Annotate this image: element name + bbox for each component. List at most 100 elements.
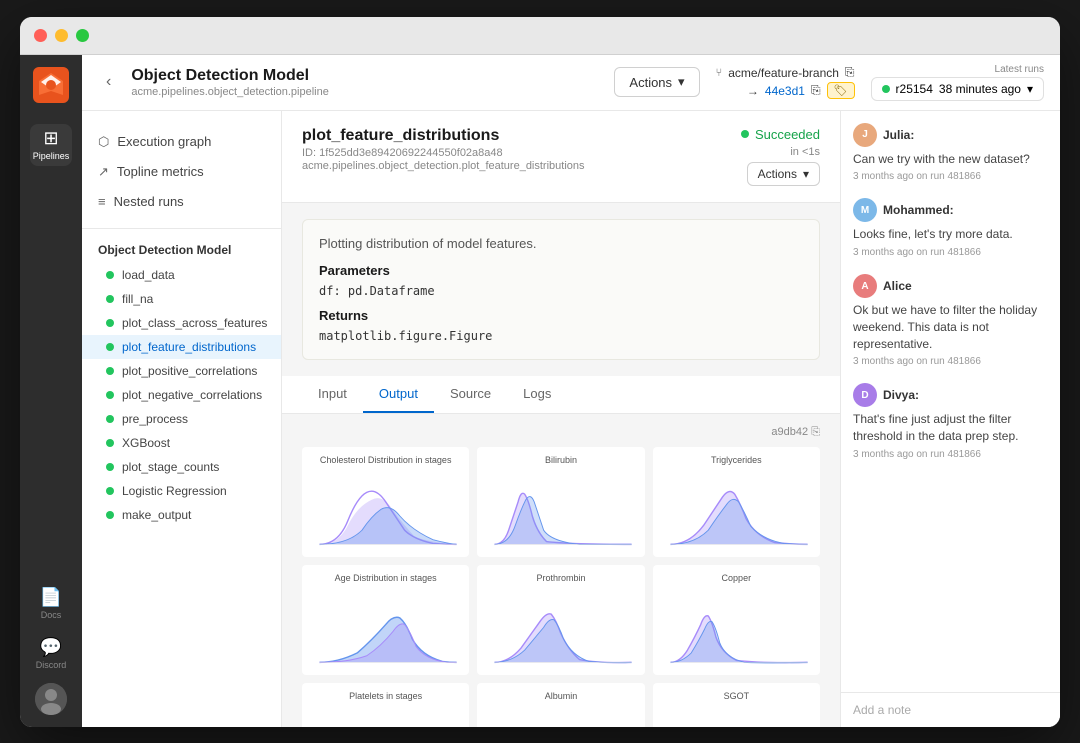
status-dot	[106, 415, 114, 423]
pipeline-item-plot_stage[interactable]: plot_stage_counts	[82, 455, 281, 479]
pipeline-item-plot_class[interactable]: plot_class_across_features	[82, 311, 281, 335]
actions-button[interactable]: Actions ▾	[614, 67, 699, 97]
avatar-mohammed: M	[853, 198, 877, 222]
chart-triglycerides-svg	[661, 469, 812, 557]
pipeline-section-label: Object Detection Model	[82, 237, 281, 263]
chart-title: SGOT	[661, 691, 812, 701]
execution-graph-icon: ⬡	[98, 134, 109, 150]
page-subtitle: acme.pipelines.object_detection.pipeline	[131, 86, 602, 98]
avatar-julia: J	[853, 123, 877, 147]
chart-title: Platelets in stages	[310, 691, 461, 701]
topline-metrics-icon: ↗	[98, 164, 109, 180]
comment-meta-mohammed: 3 months ago on run 481866	[853, 247, 1048, 258]
page-title: Object Detection Model	[131, 67, 602, 85]
tab-input[interactable]: Input	[302, 376, 363, 413]
avatar-divya: D	[853, 383, 877, 407]
status-dot	[106, 271, 114, 279]
step-id: ID: 1f525dd3e89420692244550f02a8a48	[302, 147, 585, 159]
status-dot	[106, 295, 114, 303]
copy-icon-2[interactable]: ⎘	[811, 83, 821, 98]
commit-link[interactable]: 44e3d1	[765, 84, 805, 98]
comment-header: M Mohammed:	[853, 198, 1048, 222]
status-dot	[106, 319, 114, 327]
comment-meta-alice: 3 months ago on run 481866	[853, 356, 1048, 367]
tab-output[interactable]: Output	[363, 376, 434, 413]
user-avatar[interactable]	[35, 683, 67, 715]
sidebar-item-pipelines[interactable]: ⊞ Pipelines	[30, 124, 72, 166]
pipeline-item-label: plot_negative_correlations	[122, 388, 262, 402]
discord-icon: 💬	[40, 637, 62, 658]
comments-area: J Julia: Can we try with the new dataset…	[841, 111, 1060, 692]
main-panel: plot_feature_distributions ID: 1f525dd3e…	[282, 111, 840, 727]
status-dot	[106, 439, 114, 447]
step-actions-chevron: ▾	[803, 167, 809, 181]
pipeline-item-plot_feature[interactable]: plot_feature_distributions	[82, 335, 281, 359]
status-dot	[106, 391, 114, 399]
pipeline-item-pre_process[interactable]: pre_process	[82, 407, 281, 431]
dropdown-icon: ▾	[1027, 82, 1033, 96]
maximize-button[interactable]	[76, 29, 89, 42]
params-value: df: pd.Dataframe	[319, 284, 803, 298]
nav-section: ⬡ Execution graph ↗ Topline metrics ≡ Ne…	[82, 123, 281, 220]
chart-bilirubin-svg	[485, 469, 636, 557]
copy-icon-output[interactable]: ⎘	[811, 426, 820, 438]
pipeline-item-load_data[interactable]: load_data	[82, 263, 281, 287]
close-button[interactable]	[34, 29, 47, 42]
sidebar-item-discord[interactable]: 💬 Discord	[30, 633, 72, 675]
comment-divya: D Divya: That's fine just adjust the fil…	[853, 383, 1048, 460]
docstring: Plotting distribution of model features.…	[302, 219, 820, 360]
nav-item-nested-runs[interactable]: ≡ Nested runs	[82, 187, 281, 216]
run-badge[interactable]: r25154 38 minutes ago ▾	[871, 77, 1044, 101]
right-panel: J Julia: Can we try with the new dataset…	[840, 111, 1060, 727]
step-actions-label: Actions	[758, 167, 797, 181]
content-area: ‹ Object Detection Model acme.pipelines.…	[82, 55, 1060, 727]
status-dot-green	[741, 130, 749, 138]
minimize-button[interactable]	[55, 29, 68, 42]
status-dot	[106, 511, 114, 519]
sidebar-item-docs[interactable]: 📄 Docs	[30, 583, 72, 625]
status-dot	[106, 487, 114, 495]
back-button[interactable]: ‹	[98, 69, 119, 95]
pipeline-item-label: plot_class_across_features	[122, 316, 267, 330]
run-status-dot	[882, 85, 890, 93]
pipeline-item-make_output[interactable]: make_output	[82, 503, 281, 527]
pipeline-item-plot_positive[interactable]: plot_positive_correlations	[82, 359, 281, 383]
nav-item-execution-graph[interactable]: ⬡ Execution graph	[82, 127, 281, 157]
comment-header: D Divya:	[853, 383, 1048, 407]
author-julia: Julia:	[883, 128, 914, 142]
copy-icon[interactable]: ⎘	[845, 65, 855, 80]
chart-title: Prothrombin	[485, 573, 636, 583]
nav-item-topline-metrics[interactable]: ↗ Topline metrics	[82, 157, 281, 187]
status-dot	[106, 463, 114, 471]
chart-cholesterol: Cholesterol Distribution in stages	[302, 447, 469, 557]
comment-alice: A Alice Ok but we have to filter the hol…	[853, 274, 1048, 367]
chart-title: Age Distribution in stages	[310, 573, 461, 583]
add-note-input[interactable]: Add a note	[841, 692, 1060, 727]
tab-logs[interactable]: Logs	[507, 376, 567, 413]
pipelines-icon: ⊞	[43, 128, 58, 149]
chart-prothrombin-svg	[485, 587, 636, 675]
author-alice: Alice	[883, 279, 912, 293]
step-name: plot_feature_distributions	[302, 127, 585, 145]
status-dot	[106, 367, 114, 375]
pipeline-item-plot_negative[interactable]: plot_negative_correlations	[82, 383, 281, 407]
step-path: acme.pipelines.object_detection.plot_fea…	[302, 160, 585, 172]
pipeline-item-xgboost[interactable]: XGBoost	[82, 431, 281, 455]
nested-runs-label: Nested runs	[114, 194, 184, 209]
status-dot	[106, 343, 114, 351]
step-title-area: plot_feature_distributions ID: 1f525dd3e…	[302, 127, 585, 172]
chart-platelets: Platelets in stages	[302, 683, 469, 727]
nested-runs-icon: ≡	[98, 194, 106, 209]
pipeline-item-fill_na[interactable]: fill_na	[82, 287, 281, 311]
pipeline-item-logistic[interactable]: Logistic Regression	[82, 479, 281, 503]
commit-row: → 44e3d1 ⎘ 🏷	[747, 82, 855, 99]
logo	[33, 67, 69, 108]
latest-runs: Latest runs r25154 38 minutes ago ▾	[871, 64, 1044, 101]
tab-source[interactable]: Source	[434, 376, 507, 413]
author-mohammed: Mohammed:	[883, 203, 954, 217]
step-actions-button[interactable]: Actions ▾	[747, 162, 820, 186]
chart-triglycerides: Triglycerides	[653, 447, 820, 557]
step-status-area: Succeeded in <1s Actions ▾	[741, 127, 820, 186]
chart-sgot-svg	[661, 705, 812, 727]
doc-description: Plotting distribution of model features.	[319, 236, 803, 251]
